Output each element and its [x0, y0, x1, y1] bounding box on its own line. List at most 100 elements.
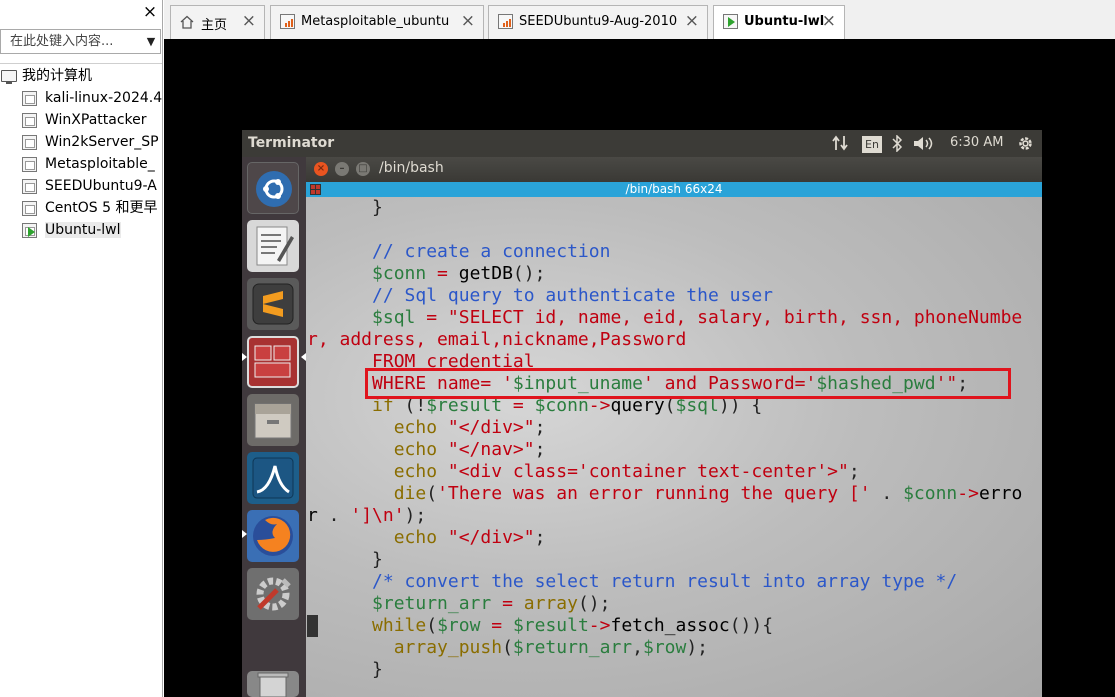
code-line: } [307, 197, 383, 219]
code-token: fetch_assoc [610, 615, 730, 636]
tree-item-label: Metasploitable_ [45, 156, 155, 172]
code-token: . [870, 483, 904, 504]
code-token: echo [307, 527, 438, 548]
code-token: -> [588, 615, 611, 636]
code-token: $sql [307, 307, 416, 328]
code-line: // create a connection [307, 241, 610, 263]
launcher-files[interactable] [247, 394, 299, 446]
launcher-sublime[interactable] [247, 278, 299, 330]
code-token: $return_arr [512, 637, 633, 658]
tree-item-vm[interactable]: Win2kServer_SP [0, 131, 162, 153]
tree-item-label: Win2kServer_SP [45, 134, 159, 150]
tree-item-label: kali-linux-2024.4 [45, 90, 162, 106]
trash-icon [257, 672, 289, 697]
tab-ubuntu-lwl[interactable]: Ubuntu-lwl × [713, 5, 845, 40]
code-line: echo "</div>"; [307, 527, 546, 549]
launcher-firefox[interactable] [247, 510, 299, 562]
library-close-icon[interactable]: × [141, 2, 159, 22]
terminal-tab-bar[interactable]: /bin/bash 66x24 [306, 182, 1042, 197]
launcher-wireshark[interactable] [247, 452, 299, 504]
code-token: ( [426, 615, 438, 636]
code-token: erro [978, 483, 1023, 504]
keyboard-layout-indicator[interactable]: En [862, 136, 882, 153]
tab-label: 主页 [201, 18, 228, 33]
vm-icon [498, 14, 513, 29]
code-token: -> [957, 483, 979, 504]
close-icon[interactable]: × [314, 162, 328, 176]
tree-item-vm[interactable]: WinXPattacker [0, 109, 162, 131]
code-line: array_push($return_arr,$row); [307, 637, 708, 659]
code-token: // create a connection [307, 241, 611, 262]
code-token: $conn [903, 483, 958, 504]
tab-seedubuntu[interactable]: SEEDUbuntu9-Aug-2010 × [488, 5, 708, 39]
launcher-trash[interactable] [247, 671, 299, 697]
tree-root-my-computer[interactable]: 我的计算机 [0, 65, 162, 87]
code-line: while($row = $result->fetch_assoc()){ [307, 615, 773, 637]
terminal-content[interactable]: } // create a connection $conn = getDB()… [306, 197, 1042, 697]
tree-root-label: 我的计算机 [22, 68, 92, 84]
code-token: r [307, 505, 318, 526]
code-token: ; [848, 461, 860, 482]
code-token: ( [426, 483, 438, 504]
library-search-input[interactable] [1, 30, 137, 53]
highlight-annotation [365, 368, 1011, 399]
terminal-tab-title: /bin/bash 66x24 [625, 182, 723, 196]
code-line: r . ']\n'); [307, 505, 426, 527]
code-line: echo "</nav>"; [307, 439, 546, 461]
system-settings-icon [256, 577, 291, 611]
tree-item-label: WinXPattacker [45, 112, 147, 128]
code-line: // Sql query to authenticate the user [307, 285, 773, 307]
clock[interactable]: 6:30 AM [950, 134, 1003, 152]
wireshark-icon [252, 457, 294, 499]
code-line: r, address, email,nickname,Password [307, 329, 686, 351]
code-token: // Sql query to authenticate the user [307, 285, 773, 306]
code-line: echo "<div class='container text-center'… [307, 461, 860, 483]
launcher-terminator[interactable] [247, 336, 299, 388]
chevron-down-icon[interactable]: ▼ [141, 30, 161, 53]
ubuntu-top-panel: Terminator En 6:30 AM [242, 130, 1042, 157]
tab-close-icon[interactable]: × [685, 11, 699, 31]
maximize-icon[interactable]: □ [356, 162, 370, 176]
tab-close-icon[interactable]: × [822, 11, 836, 31]
dash-home-button[interactable] [247, 162, 299, 214]
code-token: ']\n' [350, 505, 405, 526]
tree-item-vm[interactable]: SEEDUbuntu9-A [0, 175, 162, 197]
terminal-titlebar[interactable]: × – □ /bin/bash [306, 157, 1042, 182]
minimize-icon[interactable]: – [335, 162, 349, 176]
code-token: } [307, 549, 383, 570]
vm-icon [280, 14, 295, 29]
sublime-text-icon [252, 283, 294, 325]
tab-home[interactable]: 主页 × [170, 5, 265, 39]
code-token: = [426, 263, 459, 284]
tab-close-icon[interactable]: × [242, 11, 256, 31]
bluetooth-icon[interactable] [891, 135, 903, 152]
tree-item-vm[interactable]: CentOS 5 和更早 [0, 197, 162, 219]
code-token: "</div>" [437, 417, 535, 438]
tab-close-icon[interactable]: × [461, 11, 475, 31]
code-token: $row [437, 615, 481, 636]
library-panel: × ▼ 我的计算机 kali-linux-2024.4 WinXPattacke… [0, 0, 163, 697]
volume-icon[interactable] [913, 135, 937, 152]
launcher-settings[interactable] [247, 568, 299, 620]
tree-item-vm[interactable]: Metasploitable_ [0, 153, 162, 175]
tree-item-vm-running[interactable]: Ubuntu-lwl [0, 219, 162, 241]
code-token: ; [534, 417, 546, 438]
tree-item-vm[interactable]: kali-linux-2024.4 [0, 87, 162, 109]
vm-icon [22, 91, 37, 106]
gear-icon[interactable] [1017, 135, 1034, 152]
terminator-icon [254, 345, 291, 378]
terminal-window[interactable]: × – □ /bin/bash /bin/bash 66x24 } // cre… [306, 157, 1042, 697]
vm-tab-strip: 主页 × Metasploitable_ubuntu × SEEDUbuntu9… [164, 0, 1115, 40]
code-line: $conn = getDB(); [307, 263, 545, 285]
vm-icon [22, 179, 37, 194]
network-icon[interactable] [831, 135, 849, 151]
code-token: "SELECT id, name, eid, salary, birth, ss… [447, 307, 1023, 328]
tab-metasploitable[interactable]: Metasploitable_ubuntu × [270, 5, 484, 39]
code-token: $row [642, 637, 687, 658]
code-line: } [307, 549, 383, 571]
code-token: array_push [307, 637, 503, 658]
code-token: (); [512, 263, 546, 284]
launcher-text-editor[interactable] [247, 220, 299, 272]
code-token: die [307, 483, 427, 504]
vm-console[interactable]: Terminator En 6:30 AM × – □ /bin/bash /b… [164, 39, 1115, 697]
